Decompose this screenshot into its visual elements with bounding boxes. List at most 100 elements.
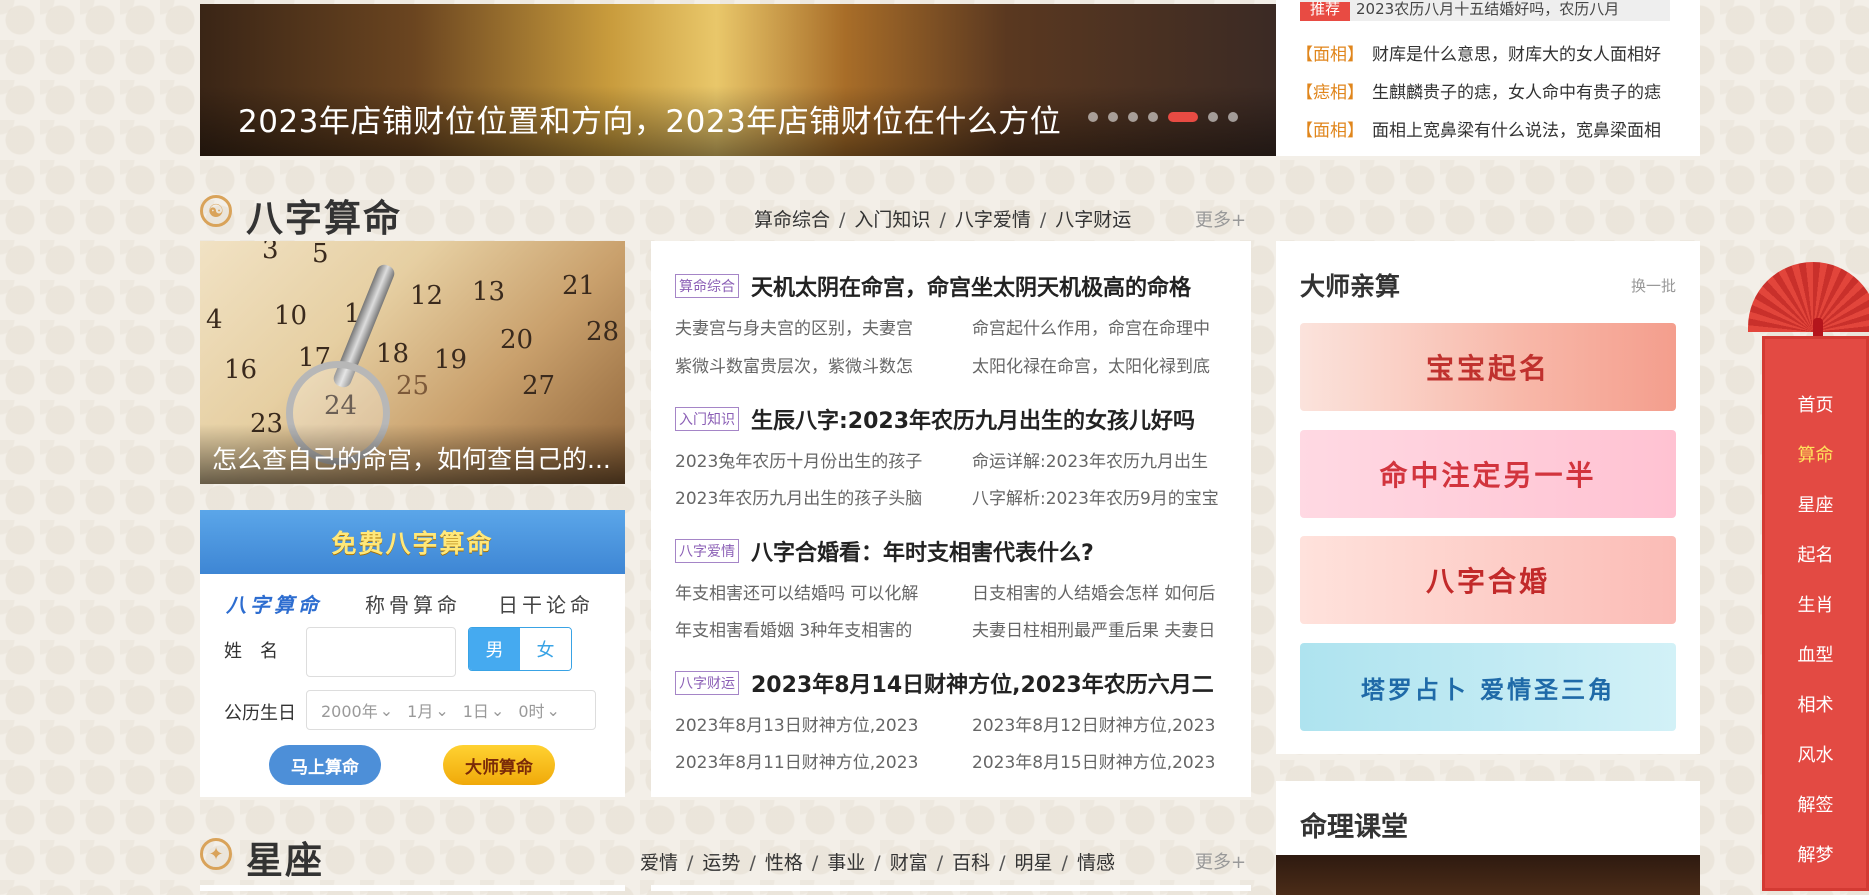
article-heading[interactable]: 八字爱情 八字合婚看：年时支相害代表什么? — [675, 535, 1094, 567]
article-title[interactable]: 八字合婚看：年时支相害代表什么? — [751, 535, 1094, 567]
article-sublink[interactable]: 2023年农历九月出生的孩子头脑 — [675, 484, 927, 509]
palette-icon: ✦ — [200, 838, 232, 870]
banner-slideshow[interactable]: 2023年店铺财位位置和方向，2023年店铺财位在什么方位 — [200, 4, 1276, 156]
separator: / — [939, 209, 946, 231]
article-sublink[interactable]: 命运详解:2023年农历九月出生 — [972, 447, 1224, 472]
card-baby-naming[interactable]: 宝宝起名 — [1300, 323, 1676, 411]
tab-rigan[interactable]: 日干论命 — [498, 589, 594, 618]
section-link[interactable]: 百科 — [952, 852, 990, 874]
nav-item-xuexing[interactable]: 血型 — [1765, 641, 1866, 667]
zodiac-list-edge — [651, 885, 1251, 891]
calendar-number: 25 — [396, 371, 430, 401]
nav-item-fengshui[interactable]: 风水 — [1765, 741, 1866, 767]
section-link[interactable]: 性格 — [765, 852, 803, 874]
year-select[interactable]: 2000年 — [321, 698, 378, 722]
nav-item-shengxiao[interactable]: 生肖 — [1765, 591, 1866, 617]
card-destined-partner[interactable]: 命中注定另一半 — [1300, 430, 1676, 518]
nav-item-xiangshu[interactable]: 相术 — [1765, 691, 1866, 717]
banner-dot[interactable] — [1208, 112, 1218, 122]
news-item[interactable]: 【痣相】 生麒麟贵子的痣，女人命中有贵子的痣 — [1296, 78, 1661, 103]
name-input[interactable] — [306, 627, 456, 677]
section-link[interactable]: 明星 — [1015, 852, 1053, 874]
card-bazi-marriage[interactable]: 八字合婚 — [1300, 536, 1676, 624]
section-link[interactable]: 算命综合 — [754, 209, 830, 231]
article-heading[interactable]: 算命综合 天机太阴在命宫，命宫坐太阴天机极高的命格 — [675, 270, 1191, 302]
article-sublink[interactable]: 2023年8月11日财神方位,2023 — [675, 748, 927, 773]
calculate-now-button[interactable]: 马上算命 — [269, 745, 381, 785]
article-title[interactable]: 2023年8月14日财神方位,2023年农历六月二 — [751, 667, 1214, 699]
nav-item-jieqian[interactable]: 解签 — [1765, 791, 1866, 817]
nav-item-home[interactable]: 首页 — [1765, 391, 1866, 417]
banner-dot[interactable] — [1148, 112, 1158, 122]
month-select[interactable]: 1月 — [407, 698, 433, 722]
article-sublink[interactable]: 年支相害还可以结婚吗 可以化解 — [675, 579, 927, 604]
nav-item-jiemeng[interactable]: 解梦 — [1765, 841, 1866, 867]
section-link[interactable]: 财富 — [890, 852, 928, 874]
article-tag[interactable]: 算命综合 — [675, 274, 739, 298]
hour-select[interactable]: 0时 — [518, 698, 544, 722]
news-title[interactable]: 生麒麟贵子的痣，女人命中有贵子的痣 — [1372, 83, 1661, 103]
article-sublink[interactable]: 命宫起什么作用，命宫在命理中 — [972, 314, 1224, 339]
article-sublink[interactable]: 紫微斗数富贵层次，紫微斗数怎 — [675, 352, 927, 377]
more-link-bazi[interactable]: 更多+ — [1195, 206, 1246, 232]
article-sublink[interactable]: 2023兔年农历十月份出生的孩子 — [675, 447, 927, 472]
banner-dot-active[interactable] — [1168, 112, 1198, 122]
nav-item-suanming[interactable]: 算命 — [1765, 441, 1866, 467]
hot-news-text[interactable]: 2023农历八月十五结婚好吗，农历八月 — [1356, 0, 1619, 18]
banner-dot[interactable] — [1128, 112, 1138, 122]
banner-title[interactable]: 2023年店铺财位位置和方向，2023年店铺财位在什么方位 — [238, 96, 1061, 141]
article-sublink[interactable]: 夫妻宫与身夫宫的区别，夫妻宫 — [675, 314, 927, 339]
master-calculate-button[interactable]: 大师算命 — [443, 745, 555, 785]
gender-female[interactable]: 女 — [520, 628, 571, 670]
article-sublink[interactable]: 夫妻日柱相刑最严重后果 夫妻日 — [972, 616, 1224, 641]
news-title[interactable]: 面相上宽鼻梁有什么说法，宽鼻梁面相 — [1372, 121, 1661, 141]
article-tag[interactable]: 八字爱情 — [675, 539, 739, 563]
nav-item-qiming[interactable]: 起名 — [1765, 541, 1866, 567]
section-link[interactable]: 事业 — [827, 852, 865, 874]
article-heading[interactable]: 八字财运 2023年8月14日财神方位,2023年农历六月二 — [675, 667, 1214, 699]
section-link[interactable]: 情感 — [1077, 852, 1115, 874]
article-tag[interactable]: 八字财运 — [675, 671, 739, 695]
calendar-number: 12 — [410, 281, 444, 311]
section-link[interactable]: 爱情 — [640, 852, 678, 874]
tab-chenggu[interactable]: 称骨算命 — [365, 589, 461, 618]
news-category[interactable]: 【面相】 — [1296, 121, 1364, 141]
article-sublink[interactable]: 日支相害的人结婚会怎样 如何后 — [972, 579, 1224, 604]
featured-article-image[interactable]: 3 4 5 12 13 9 10 11 21 19 20 28 16 17 18… — [200, 241, 625, 484]
card-tarot-love[interactable]: 塔罗占卜 爱情圣三角 — [1300, 643, 1676, 731]
article-sublink[interactable]: 2023年8月15日财神方位,2023 — [972, 748, 1224, 773]
nav-item-xingzuo[interactable]: 星座 — [1765, 491, 1866, 517]
news-category[interactable]: 【面相】 — [1296, 45, 1364, 65]
section-link[interactable]: 入门知识 — [854, 209, 930, 231]
classroom-image[interactable] — [1276, 855, 1700, 895]
banner-dot[interactable] — [1088, 112, 1098, 122]
article-sublink[interactable]: 2023年8月13日财神方位,2023 — [675, 711, 927, 736]
section-link[interactable]: 运势 — [702, 852, 740, 874]
day-select[interactable]: 1日 — [463, 698, 489, 722]
article-title[interactable]: 生辰八字:2023年农历九月出生的女孩儿好吗 — [751, 403, 1195, 435]
article-tag[interactable]: 入门知识 — [675, 407, 739, 431]
article-title[interactable]: 天机太阴在命宫，命宫坐太阴天机极高的命格 — [751, 270, 1191, 302]
section-link[interactable]: 八字爱情 — [955, 209, 1031, 231]
gender-toggle[interactable]: 男 女 — [468, 627, 572, 671]
chevron-down-icon: ⌄ — [490, 700, 505, 720]
featured-article-caption[interactable]: 怎么查自己的命宫，如何查自己的... — [212, 440, 611, 476]
hot-news-item[interactable]: 推荐 2023农历八月十五结婚好吗，农历八月 — [1300, 0, 1670, 21]
banner-dot[interactable] — [1108, 112, 1118, 122]
article-sublink[interactable]: 太阳化禄在命宫，太阳化禄到底 — [972, 352, 1224, 377]
article-sublink[interactable]: 年支相害看婚姻 3种年支相害的 — [675, 616, 927, 641]
news-item[interactable]: 【面相】 财库是什么意思，财库大的女人面相好 — [1296, 40, 1661, 65]
more-link-xingzuo[interactable]: 更多+ — [1195, 848, 1246, 874]
news-category[interactable]: 【痣相】 — [1296, 83, 1364, 103]
article-sublink[interactable]: 八字解析:2023年农历9月的宝宝 — [972, 484, 1224, 509]
swap-batch-link[interactable]: 换一批 — [1631, 275, 1676, 296]
separator: / — [874, 852, 881, 874]
news-item[interactable]: 【面相】 面相上宽鼻梁有什么说法，宽鼻梁面相 — [1296, 116, 1661, 141]
section-link[interactable]: 八字财运 — [1055, 209, 1131, 231]
gender-male[interactable]: 男 — [469, 628, 520, 670]
article-heading[interactable]: 入门知识 生辰八字:2023年农历九月出生的女孩儿好吗 — [675, 403, 1195, 435]
article-sublink[interactable]: 2023年8月12日财神方位,2023 — [972, 711, 1224, 736]
banner-dot[interactable] — [1228, 112, 1238, 122]
tab-bazi[interactable]: 八字算命 — [226, 589, 322, 618]
news-title[interactable]: 财库是什么意思，财库大的女人面相好 — [1372, 45, 1661, 65]
